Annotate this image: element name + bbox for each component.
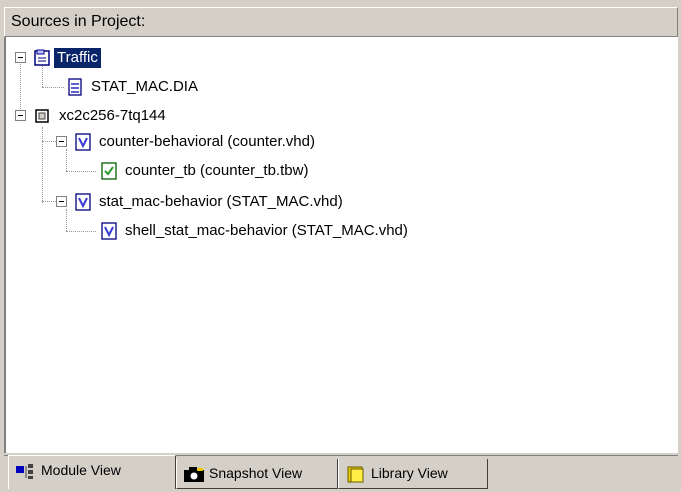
vhdl-module-icon	[75, 193, 91, 211]
tree-node-shell-stat-mac-behavior[interactable]: shell_stat_mac-behavior (STAT_MAC.vhd)	[122, 221, 411, 241]
tree-node-counter-behavioral[interactable]: counter-behavioral (counter.vhd)	[96, 132, 318, 152]
source-tree[interactable]: Traffic STAT_MAC.DIA xc2c256-7tq144 coun…	[4, 37, 678, 453]
tab-module-view-label: Module View	[41, 462, 121, 478]
tree-connector	[66, 149, 67, 171]
sources-panel: Sources in Project: Traffic STAT_MAC.DIA…	[0, 0, 681, 492]
tree-node-counter-tb[interactable]: counter_tb (counter_tb.tbw)	[122, 161, 311, 181]
tab-library-view[interactable]: Library View	[338, 459, 488, 489]
tree-node-traffic[interactable]: Traffic	[54, 48, 101, 68]
chip-icon	[35, 109, 49, 123]
tree-connector	[42, 87, 64, 88]
vhdl-module-icon	[101, 222, 117, 240]
tree-connector	[66, 209, 67, 231]
module-view-icon	[16, 464, 33, 479]
tree-node-stat-mac-behavior[interactable]: stat_mac-behavior (STAT_MAC.vhd)	[96, 192, 346, 212]
project-icon	[34, 49, 50, 66]
collapse-device-toggle[interactable]	[15, 110, 26, 121]
tab-module-view[interactable]: Module View	[8, 455, 176, 489]
testbench-icon	[101, 162, 117, 180]
tree-node-device[interactable]: xc2c256-7tq144	[56, 106, 169, 126]
collapse-stat-mac-toggle[interactable]	[56, 196, 67, 207]
vhdl-module-icon	[75, 133, 91, 151]
tree-connector	[66, 171, 96, 172]
camera-icon	[184, 467, 204, 482]
library-folder-icon	[347, 466, 364, 483]
tree-connector	[42, 127, 43, 203]
tree-connector	[20, 57, 21, 115]
panel-title: Sources in Project:	[4, 7, 678, 37]
collapse-counter-toggle[interactable]	[56, 136, 67, 147]
tab-snapshot-view[interactable]: Snapshot View	[176, 459, 338, 489]
tree-connector	[66, 231, 96, 232]
tab-library-view-label: Library View	[371, 465, 448, 481]
collapse-traffic-toggle[interactable]	[15, 52, 26, 63]
diagram-file-icon	[68, 78, 82, 96]
tab-snapshot-view-label: Snapshot View	[209, 465, 303, 481]
tree-node-stat-mac-dia[interactable]: STAT_MAC.DIA	[88, 77, 201, 97]
view-tabbar: Module View Snapshot View Library View	[4, 453, 678, 489]
